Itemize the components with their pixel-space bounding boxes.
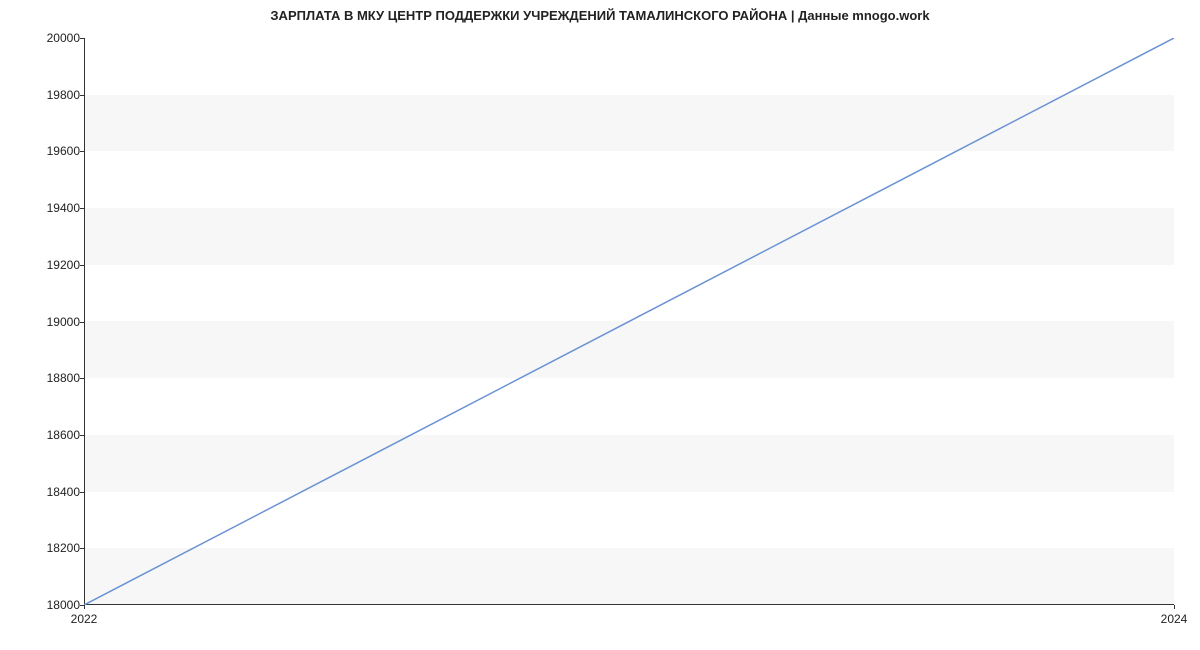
y-tick-mark	[80, 548, 84, 549]
y-tick-label: 19200	[10, 258, 80, 272]
x-tick-mark	[84, 605, 85, 609]
x-tick-mark	[1174, 605, 1175, 609]
y-tick-label: 18600	[10, 428, 80, 442]
grid-band	[85, 38, 1174, 95]
grid-band	[85, 378, 1174, 435]
y-tick-mark	[80, 435, 84, 436]
y-tick-label: 19000	[10, 315, 80, 329]
chart-title: ЗАРПЛАТА В МКУ ЦЕНТР ПОДДЕРЖКИ УЧРЕЖДЕНИ…	[0, 8, 1200, 23]
chart-container: ЗАРПЛАТА В МКУ ЦЕНТР ПОДДЕРЖКИ УЧРЕЖДЕНИ…	[0, 0, 1200, 650]
y-tick-mark	[80, 38, 84, 39]
y-tick-label: 18200	[10, 541, 80, 555]
y-tick-mark	[80, 322, 84, 323]
y-tick-mark	[80, 208, 84, 209]
y-tick-mark	[80, 151, 84, 152]
y-tick-mark	[80, 95, 84, 96]
y-tick-label: 19400	[10, 201, 80, 215]
y-tick-label: 19600	[10, 144, 80, 158]
y-tick-mark	[80, 378, 84, 379]
y-tick-label: 18800	[10, 371, 80, 385]
grid-band	[85, 265, 1174, 322]
y-tick-label: 18000	[10, 598, 80, 612]
grid-band	[85, 151, 1174, 208]
grid-band	[85, 492, 1174, 549]
x-tick-label: 2024	[1161, 612, 1188, 626]
y-tick-mark	[80, 265, 84, 266]
plot-area	[84, 38, 1174, 605]
y-tick-label: 19800	[10, 88, 80, 102]
y-tick-mark	[80, 492, 84, 493]
y-tick-label: 18400	[10, 485, 80, 499]
y-tick-label: 20000	[10, 31, 80, 45]
x-tick-label: 2022	[71, 612, 98, 626]
